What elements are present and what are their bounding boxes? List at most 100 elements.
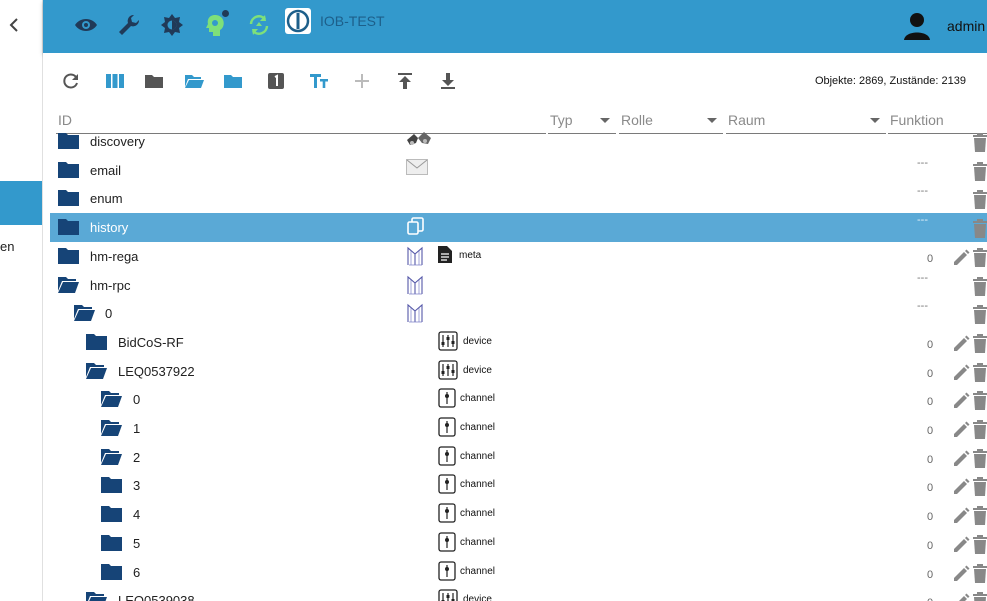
trash-icon[interactable] xyxy=(972,247,987,267)
wrench-icon[interactable] xyxy=(116,12,142,38)
pencil-icon[interactable] xyxy=(952,335,970,353)
trash-icon[interactable] xyxy=(972,420,987,439)
pencil-icon[interactable] xyxy=(952,392,970,410)
trash-icon[interactable] xyxy=(972,477,987,497)
folder-open-icon[interactable] xyxy=(101,448,122,465)
tree-row[interactable]: enum --- xyxy=(50,184,987,213)
tree-row-name: 5 xyxy=(133,535,141,551)
trash-icon[interactable] xyxy=(972,362,987,382)
objects-toolbar: Objekte: 2869, Zustände: 2139 xyxy=(43,53,987,103)
folder-icon[interactable] xyxy=(223,71,243,91)
tree-row[interactable]: LEQ0537922 device 0 xyxy=(50,357,987,386)
tree-row[interactable]: 6 channel 0 xyxy=(50,558,987,587)
tree-row[interactable]: 0 --- xyxy=(50,299,987,328)
tree-row[interactable]: history --- xyxy=(50,213,987,243)
trash-icon[interactable] xyxy=(972,592,987,601)
update-icon[interactable] xyxy=(246,12,272,38)
tree-row[interactable]: LEQ0539038 device 0 xyxy=(50,586,987,601)
pencil-icon[interactable] xyxy=(952,507,970,525)
folder-icon[interactable] xyxy=(101,534,122,551)
device-icon xyxy=(438,359,460,382)
tree-row[interactable]: 0 channel 0 xyxy=(50,385,987,414)
channel-icon xyxy=(438,503,460,525)
pencil-icon[interactable] xyxy=(952,364,970,382)
tree-row[interactable]: 3 channel 0 xyxy=(50,471,987,500)
folder-icon[interactable] xyxy=(101,505,122,523)
tree-row[interactable]: hm-rpc --- xyxy=(50,271,987,300)
tree-row[interactable]: 4 channel 0 xyxy=(50,500,987,529)
tree-row[interactable]: BidCoS-RF device 0 xyxy=(50,328,987,357)
hm-logo-icon xyxy=(406,245,428,267)
folder-open-icon[interactable] xyxy=(101,419,122,436)
folder-icon[interactable] xyxy=(86,333,107,350)
folder-open-icon[interactable] xyxy=(86,362,107,379)
trash-icon[interactable] xyxy=(972,276,987,296)
trash-icon[interactable] xyxy=(972,219,987,239)
eye-icon[interactable] xyxy=(73,12,99,38)
hm-logo-icon xyxy=(406,302,428,324)
channel-icon xyxy=(438,560,460,583)
channel-icon xyxy=(438,417,460,439)
user-icon[interactable] xyxy=(902,10,932,42)
folder-icon[interactable] xyxy=(58,132,79,149)
trash-icon[interactable] xyxy=(972,534,987,554)
add-icon[interactable] xyxy=(352,71,372,91)
user-name[interactable]: admin xyxy=(947,18,985,34)
text-size-icon[interactable] xyxy=(309,71,329,91)
sidebar-item-label[interactable]: en xyxy=(0,239,14,254)
type-filter-label: Typ xyxy=(550,112,573,128)
pencil-icon[interactable] xyxy=(952,478,970,496)
folder-open-icon[interactable] xyxy=(184,71,204,91)
trash-icon[interactable] xyxy=(972,305,987,325)
brightness-icon[interactable] xyxy=(159,12,185,38)
folder-icon[interactable] xyxy=(58,247,79,264)
pencil-icon[interactable] xyxy=(952,536,970,554)
pencil-icon[interactable] xyxy=(952,249,970,267)
trash-icon[interactable] xyxy=(972,506,987,526)
sidebar-item-active[interactable] xyxy=(0,181,42,225)
tree-row-name: 0 xyxy=(133,392,141,408)
trash-icon[interactable] xyxy=(972,448,987,468)
counter-one-icon[interactable] xyxy=(266,71,286,91)
download-icon[interactable] xyxy=(438,71,458,91)
tree-row-value: 0 xyxy=(927,482,934,495)
columns-icon[interactable] xyxy=(105,71,125,91)
tree-row[interactable]: 2 channel 0 xyxy=(50,443,987,472)
refresh-icon[interactable] xyxy=(61,71,81,91)
folder-icon[interactable] xyxy=(101,563,122,580)
tree-row[interactable]: 1 channel 0 xyxy=(50,414,987,443)
folder-icon[interactable] xyxy=(144,71,164,91)
trash-icon[interactable] xyxy=(972,161,987,181)
pencil-icon[interactable] xyxy=(952,565,970,583)
folder-icon[interactable] xyxy=(58,218,79,236)
device-icon xyxy=(438,589,460,601)
pencil-icon[interactable] xyxy=(952,593,970,601)
tree-row[interactable]: discovery xyxy=(50,127,987,156)
tree-row[interactable]: email --- xyxy=(50,156,987,185)
trash-icon[interactable] xyxy=(972,333,987,353)
pencil-icon[interactable] xyxy=(952,421,970,439)
upload-icon[interactable] xyxy=(395,71,415,91)
binoculars-icon xyxy=(406,130,431,152)
tree-row[interactable]: hm-rega meta 0 xyxy=(50,242,987,271)
chevron-down-icon xyxy=(600,118,610,123)
trash-icon[interactable] xyxy=(972,563,987,583)
folder-open-icon[interactable] xyxy=(86,591,107,601)
trash-icon[interactable] xyxy=(972,190,987,210)
channel-icon xyxy=(438,388,460,410)
chevron-left-icon[interactable] xyxy=(4,14,24,36)
tree-row-name: 1 xyxy=(133,421,141,436)
folder-icon[interactable] xyxy=(58,189,79,207)
tree-row[interactable]: 5 channel 0 xyxy=(50,529,987,558)
folder-open-icon[interactable] xyxy=(58,276,79,293)
trash-icon[interactable] xyxy=(972,133,987,152)
folder-open-icon[interactable] xyxy=(101,390,122,408)
app-title: IOB-TEST xyxy=(320,13,385,29)
pencil-icon[interactable] xyxy=(952,450,970,468)
folder-open-icon[interactable] xyxy=(74,304,95,322)
folder-icon[interactable] xyxy=(101,476,122,494)
chevron-down-icon xyxy=(870,118,880,123)
trash-icon[interactable] xyxy=(972,391,987,411)
folder-icon[interactable] xyxy=(58,161,79,178)
tree-row-value: 0 xyxy=(927,568,934,581)
